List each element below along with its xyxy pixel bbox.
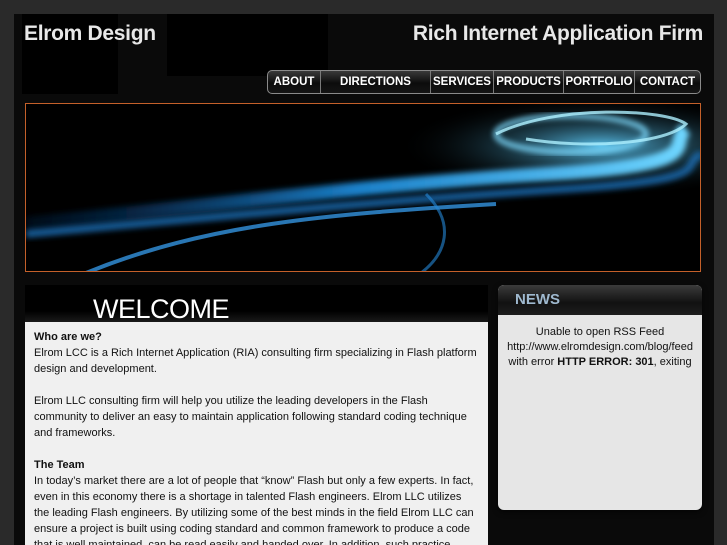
welcome-title: WELCOME	[93, 294, 230, 324]
news-body: Unable to open RSS Feed http://www.elrom…	[498, 315, 702, 370]
nav-services[interactable]: SERVICES	[431, 71, 494, 93]
nav-products[interactable]: PRODUCTS	[494, 71, 564, 93]
news-header: NEWS	[498, 285, 702, 315]
brand-logo[interactable]: Elrom Design	[24, 22, 156, 46]
news-panel: NEWS Unable to open RSS Feed http://www.…	[498, 285, 702, 510]
nav-contact[interactable]: CONTACT	[635, 71, 700, 93]
news-error-suffix: , exiting	[653, 356, 692, 368]
team-heading: The Team	[34, 459, 85, 471]
tagline: Rich Internet Application Firm	[412, 22, 703, 45]
nav-portfolio[interactable]: PORTFOLIO	[564, 71, 635, 93]
header-dark-block-mid	[167, 14, 328, 76]
light-streak-image	[26, 104, 700, 271]
welcome-panel: WELCOME Who are we? Elrom LCC is a Rich …	[25, 285, 488, 545]
main-nav: ABOUT DIRECTIONS SERVICES PRODUCTS PORTF…	[267, 70, 701, 94]
news-feed-url: http://www.elromdesign.com/blog/feed	[507, 341, 693, 353]
news-error-line1: Unable to open RSS Feed	[535, 326, 665, 338]
news-error-prefix: with error	[508, 356, 555, 368]
nav-about[interactable]: ABOUT	[268, 71, 321, 93]
welcome-header: WELCOME	[25, 285, 488, 324]
nav-directions[interactable]: DIRECTIONS	[321, 71, 431, 93]
hero-banner	[25, 103, 701, 272]
news-error-line3: with error HTTP ERROR: 301, exiting	[504, 355, 696, 370]
team-text: In today’s market there are a lot of peo…	[34, 475, 474, 545]
who-heading: Who are we?	[34, 331, 102, 343]
help-text: Elrom LLC consulting firm will help you …	[34, 395, 467, 439]
news-title: NEWS	[515, 291, 560, 308]
news-error-code: HTTP ERROR: 301	[557, 356, 654, 368]
who-text: Elrom LCC is a Rich Internet Application…	[34, 347, 477, 375]
welcome-body: Who are we? Elrom LCC is a Rich Internet…	[25, 322, 488, 545]
